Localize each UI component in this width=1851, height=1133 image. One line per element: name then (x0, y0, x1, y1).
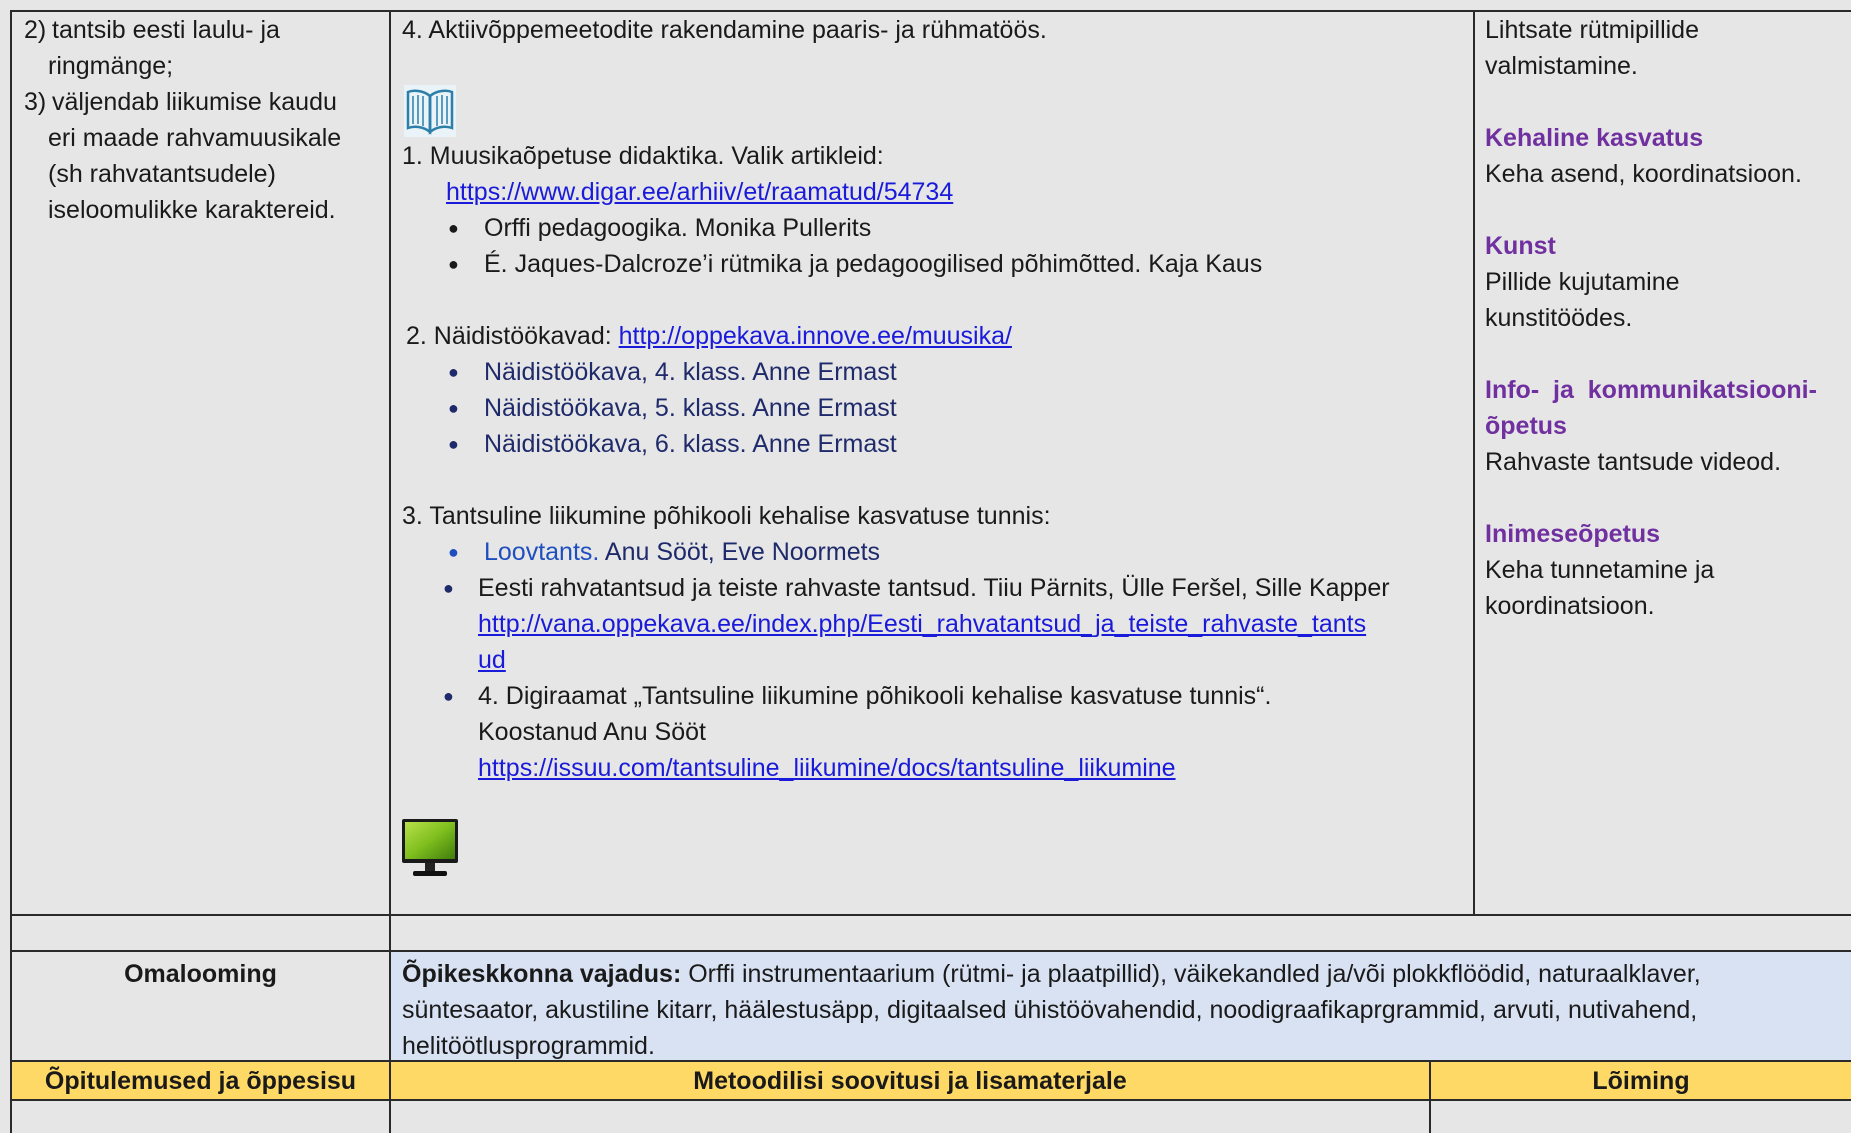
subject-kunst-desc-1: Pillide kujutamine (1485, 268, 1680, 296)
section-3-bullet-2-link-line-1[interactable]: http://vana.oppekava.ee/index.php/Eesti_… (478, 606, 1366, 642)
outcome-3-line-1: väljendab liikumise kaudu (52, 88, 337, 116)
bullet-dot: ● (448, 434, 459, 454)
outcome-2-number: 2) (24, 16, 47, 44)
bullet-dot: ● (448, 218, 459, 238)
row-divider-4 (10, 1099, 1851, 1101)
row-divider-2 (10, 950, 1851, 952)
section-3-bullet-1: Loovtants. Anu Sööt, Eve Noormets (484, 534, 880, 570)
section-3-bullet-3-line-1: 4. Digiraamat „Tantsuline liikumine põhi… (478, 682, 1272, 710)
col3-divider-top (1473, 10, 1475, 915)
section-2-title: 2. Näidistöökavad: (406, 322, 619, 350)
header-learning-outcomes: Õpitulemused ja õppesisu (44, 1067, 357, 1095)
section-1-bullet-1: Orffi pedagoogika. Monika Pullerits (484, 214, 872, 242)
outcome-2-line-2: ringmänge; (48, 52, 174, 80)
section-2-row: 2. Näidistöökavad: http://oppekava.innov… (406, 318, 1012, 354)
bullet-dot: ● (448, 362, 459, 382)
outcome-2-line-1: tantsib eesti laulu- ja (52, 16, 280, 44)
section-1-title: 1. Muusikaõpetuse didaktika. Valik artik… (402, 142, 884, 170)
section-2-bullet-1[interactable]: Näidistöökava, 4. klass. Anne Ermast (484, 354, 897, 390)
subject-inimeseopetus-desc-1: Keha tunnetamine ja (1485, 556, 1715, 584)
section-1-link[interactable]: https://www.digar.ee/arhiiv/et/raamatud/… (446, 174, 953, 210)
subject-inimeseopetus-desc-2: koordinatsioon. (1485, 592, 1655, 620)
methods-intro: 4. Aktiivõppemeetodite rakendamine paari… (402, 16, 1047, 44)
section-2-bullet-3[interactable]: Näidistöökava, 6. klass. Anne Ermast (484, 426, 897, 462)
row-divider-3 (10, 1060, 1851, 1062)
env-label: Õpikeskkonna vajadus: (402, 960, 682, 988)
loovtants-link[interactable]: Loovtants. (484, 538, 599, 566)
subject-kunst: Kunst (1485, 232, 1556, 260)
loovtants-authors: Anu Sööt, Eve Noormets (599, 538, 881, 566)
bullet-dot: ● (443, 686, 454, 706)
row-divider-1 (10, 914, 1851, 916)
subject-info-line-1: Info- ja kommunikatsiooni- (1485, 376, 1817, 404)
integration-intro-line-2: valmistamine. (1485, 52, 1638, 80)
section-3-bullet-3-link[interactable]: https://issuu.com/tantsuline_liikumine/d… (478, 750, 1176, 786)
section-3-bullet-2-link-line-2[interactable]: ud (478, 642, 506, 678)
subject-kunst-desc-2: kunstitöödes. (1485, 304, 1633, 332)
subject-kehaline-kasvatus: Kehaline kasvatus (1485, 124, 1704, 152)
bullet-dot: ● (443, 578, 454, 598)
bullet-dot: ● (448, 542, 459, 562)
section-2-link[interactable]: http://oppekava.innove.ee/muusika/ (619, 322, 1012, 350)
section-2-bullet-2[interactable]: Näidistöökava, 5. klass. Anne Ermast (484, 390, 897, 426)
header-integration: Lõiming (1592, 1067, 1690, 1095)
col1-divider (389, 10, 391, 1133)
subject-info-line-2: õpetus (1485, 412, 1567, 440)
subject-kehaline-desc: Keha asend, koordinatsioon. (1485, 160, 1802, 188)
integration-intro-line-1: Lihtsate rütmipillide (1485, 16, 1699, 44)
env-text-1: Orffi instrumentaarium (rütmi- ja plaatp… (681, 960, 1701, 988)
outcome-3-line-3: (sh rahvatantsudele) (48, 160, 276, 188)
monitor-icon (401, 818, 459, 880)
header-methods: Metoodilisi soovitusi ja lisamaterjale (693, 1067, 1127, 1095)
outcome-3-line-2: eri maade rahvamuusikale (48, 124, 342, 152)
section-3-bullet-3-line-2: Koostanud Anu Sööt (478, 718, 706, 746)
section-3-bullet-2: Eesti rahvatantsud ja teiste rahvaste ta… (478, 574, 1390, 602)
omalooming-label: Omalooming (124, 960, 277, 988)
env-line-2: süntesaator, akustiline kitarr, häälestu… (402, 996, 1698, 1024)
open-book-icon (403, 84, 457, 138)
subject-inimeseopetus: Inimeseõpetus (1485, 520, 1661, 548)
subject-info-desc: Rahvaste tantsude videod. (1485, 448, 1782, 476)
section-3-title: 3. Tantsuline liikumine põhikooli kehali… (402, 502, 1051, 530)
env-line-1: Õpikeskkonna vajadus: Orffi instrumentaa… (402, 956, 1701, 992)
bullet-dot: ● (448, 254, 459, 274)
outcome-3-line-4: iseloomulikke karaktereid. (48, 196, 336, 224)
env-line-3: helitöötlusprogrammid. (402, 1032, 655, 1060)
bullet-dot: ● (448, 398, 459, 418)
outcome-3-number: 3) (24, 88, 47, 116)
section-1-bullet-2: É. Jaques-Dalcroze’i rütmika ja pedagoog… (484, 250, 1263, 278)
